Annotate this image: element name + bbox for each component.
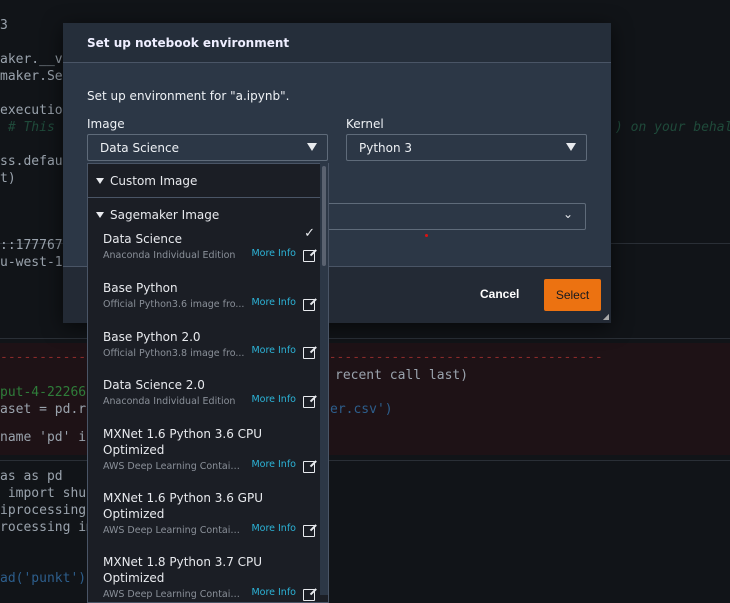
more-info-link[interactable]: More Info	[251, 343, 296, 359]
image-option[interactable]: Data Science 2.0 Anaconda Individual Edi…	[88, 374, 328, 423]
group-sagemaker-image[interactable]: Sagemaker Image	[88, 198, 328, 228]
external-link-icon[interactable]	[303, 347, 315, 359]
more-info-link[interactable]: More Info	[251, 392, 296, 408]
option-description: Anaconda Individual Edition	[103, 250, 236, 261]
kernel-value: Python 3	[359, 141, 413, 155]
code-line: as as pd	[0, 469, 63, 484]
option-name: Data Science 2.0	[103, 378, 205, 392]
dialog-title: Set up notebook environment	[63, 23, 611, 63]
image-option[interactable]: Data Science Anaconda Individual Edition…	[88, 226, 328, 277]
image-option[interactable]: MXNet 1.6 Python 3.6 GPU Optimized AWS D…	[88, 487, 328, 551]
more-info-link[interactable]: More Info	[251, 295, 296, 311]
option-description: AWS Deep Learning Containe...	[103, 589, 245, 600]
external-link-icon[interactable]	[303, 589, 315, 601]
code-line: ss.defaul	[0, 154, 71, 169]
more-info-link[interactable]: More Info	[251, 585, 296, 601]
caret-down-icon	[96, 178, 104, 184]
option-description: Official Python3.8 image fro...	[103, 348, 245, 359]
option-name: Base Python	[103, 281, 178, 295]
image-dropdown-list: Custom Image Sagemaker Image Data Scienc…	[87, 163, 329, 603]
cancel-button[interactable]: Cancel	[480, 287, 519, 301]
option-name: MXNet 1.6 Python 3.6 CPU Optimized	[103, 427, 263, 457]
image-value: Data Science	[100, 141, 179, 155]
external-link-icon[interactable]	[303, 396, 315, 408]
external-link-icon[interactable]	[303, 525, 315, 537]
output-line: ::1777674	[0, 238, 71, 253]
error-line: er.csv')	[330, 402, 393, 417]
option-description: AWS Deep Learning Containe...	[103, 525, 245, 536]
option-name: Base Python 2.0	[103, 330, 201, 344]
image-option[interactable]: MXNet 1.8 Python 3.7 CPU Optimized AWS D…	[88, 551, 328, 602]
image-label: Image	[87, 117, 125, 131]
group-custom-image[interactable]: Custom Image	[88, 164, 320, 198]
caret-down-icon	[96, 212, 104, 218]
checkmark-icon: ✓	[304, 226, 315, 241]
more-info-link[interactable]: More Info	[251, 246, 296, 262]
chevron-down-icon: ⌄	[562, 207, 573, 221]
output-line: u-west-1-	[0, 255, 71, 270]
image-option[interactable]: MXNet 1.6 Python 3.6 CPU Optimized AWS D…	[88, 423, 328, 487]
caret-down-icon	[566, 143, 576, 151]
image-option[interactable]: Base Python 2.0 Official Python3.8 image…	[88, 326, 328, 374]
option-description: AWS Deep Learning Containe...	[103, 461, 245, 472]
code-line: aker.__ve	[0, 52, 71, 67]
code-line: t)	[0, 171, 16, 186]
code-comment: ) on your behalf	[615, 120, 730, 135]
kernel-label: Kernel	[346, 117, 384, 131]
image-select[interactable]: Data Science	[87, 134, 328, 161]
option-description: Official Python3.6 image fro...	[103, 299, 245, 310]
option-name: MXNet 1.6 Python 3.6 GPU Optimized	[103, 491, 263, 521]
code-line: execution	[0, 103, 71, 118]
red-dot	[425, 234, 428, 237]
dialog-description: Set up environment for "a.ipynb".	[87, 89, 290, 103]
code-line: maker.Ses	[0, 69, 71, 84]
error-line: name 'pd' is	[0, 430, 94, 445]
caret-down-icon	[307, 143, 317, 151]
external-link-icon[interactable]	[303, 250, 315, 262]
option-description: Anaconda Individual Edition	[103, 396, 236, 407]
error-line: recent call last)	[335, 368, 469, 383]
code-line: import shuf	[0, 486, 94, 501]
more-info-link[interactable]: More Info	[251, 521, 296, 537]
code-line: 3	[0, 18, 8, 33]
external-link-icon[interactable]	[303, 461, 315, 473]
code-line: iprocessing	[0, 503, 87, 518]
error-line: put-4-222663	[0, 385, 94, 400]
kernel-select[interactable]: Python 3	[346, 134, 587, 161]
scrollbar-thumb[interactable]	[322, 166, 326, 266]
external-link-icon[interactable]	[303, 299, 315, 311]
option-name: Data Science	[103, 232, 182, 246]
image-option[interactable]: Base Python Official Python3.6 image fro…	[88, 277, 328, 326]
select-button[interactable]: Select	[544, 279, 601, 311]
code-line: ad('punkt')	[0, 571, 87, 586]
option-name: MXNet 1.8 Python 3.7 CPU Optimized	[103, 555, 263, 585]
resize-handle-icon[interactable]: ◢	[603, 312, 609, 321]
more-info-link[interactable]: More Info	[251, 457, 296, 473]
code-comment: # This i	[0, 120, 71, 135]
